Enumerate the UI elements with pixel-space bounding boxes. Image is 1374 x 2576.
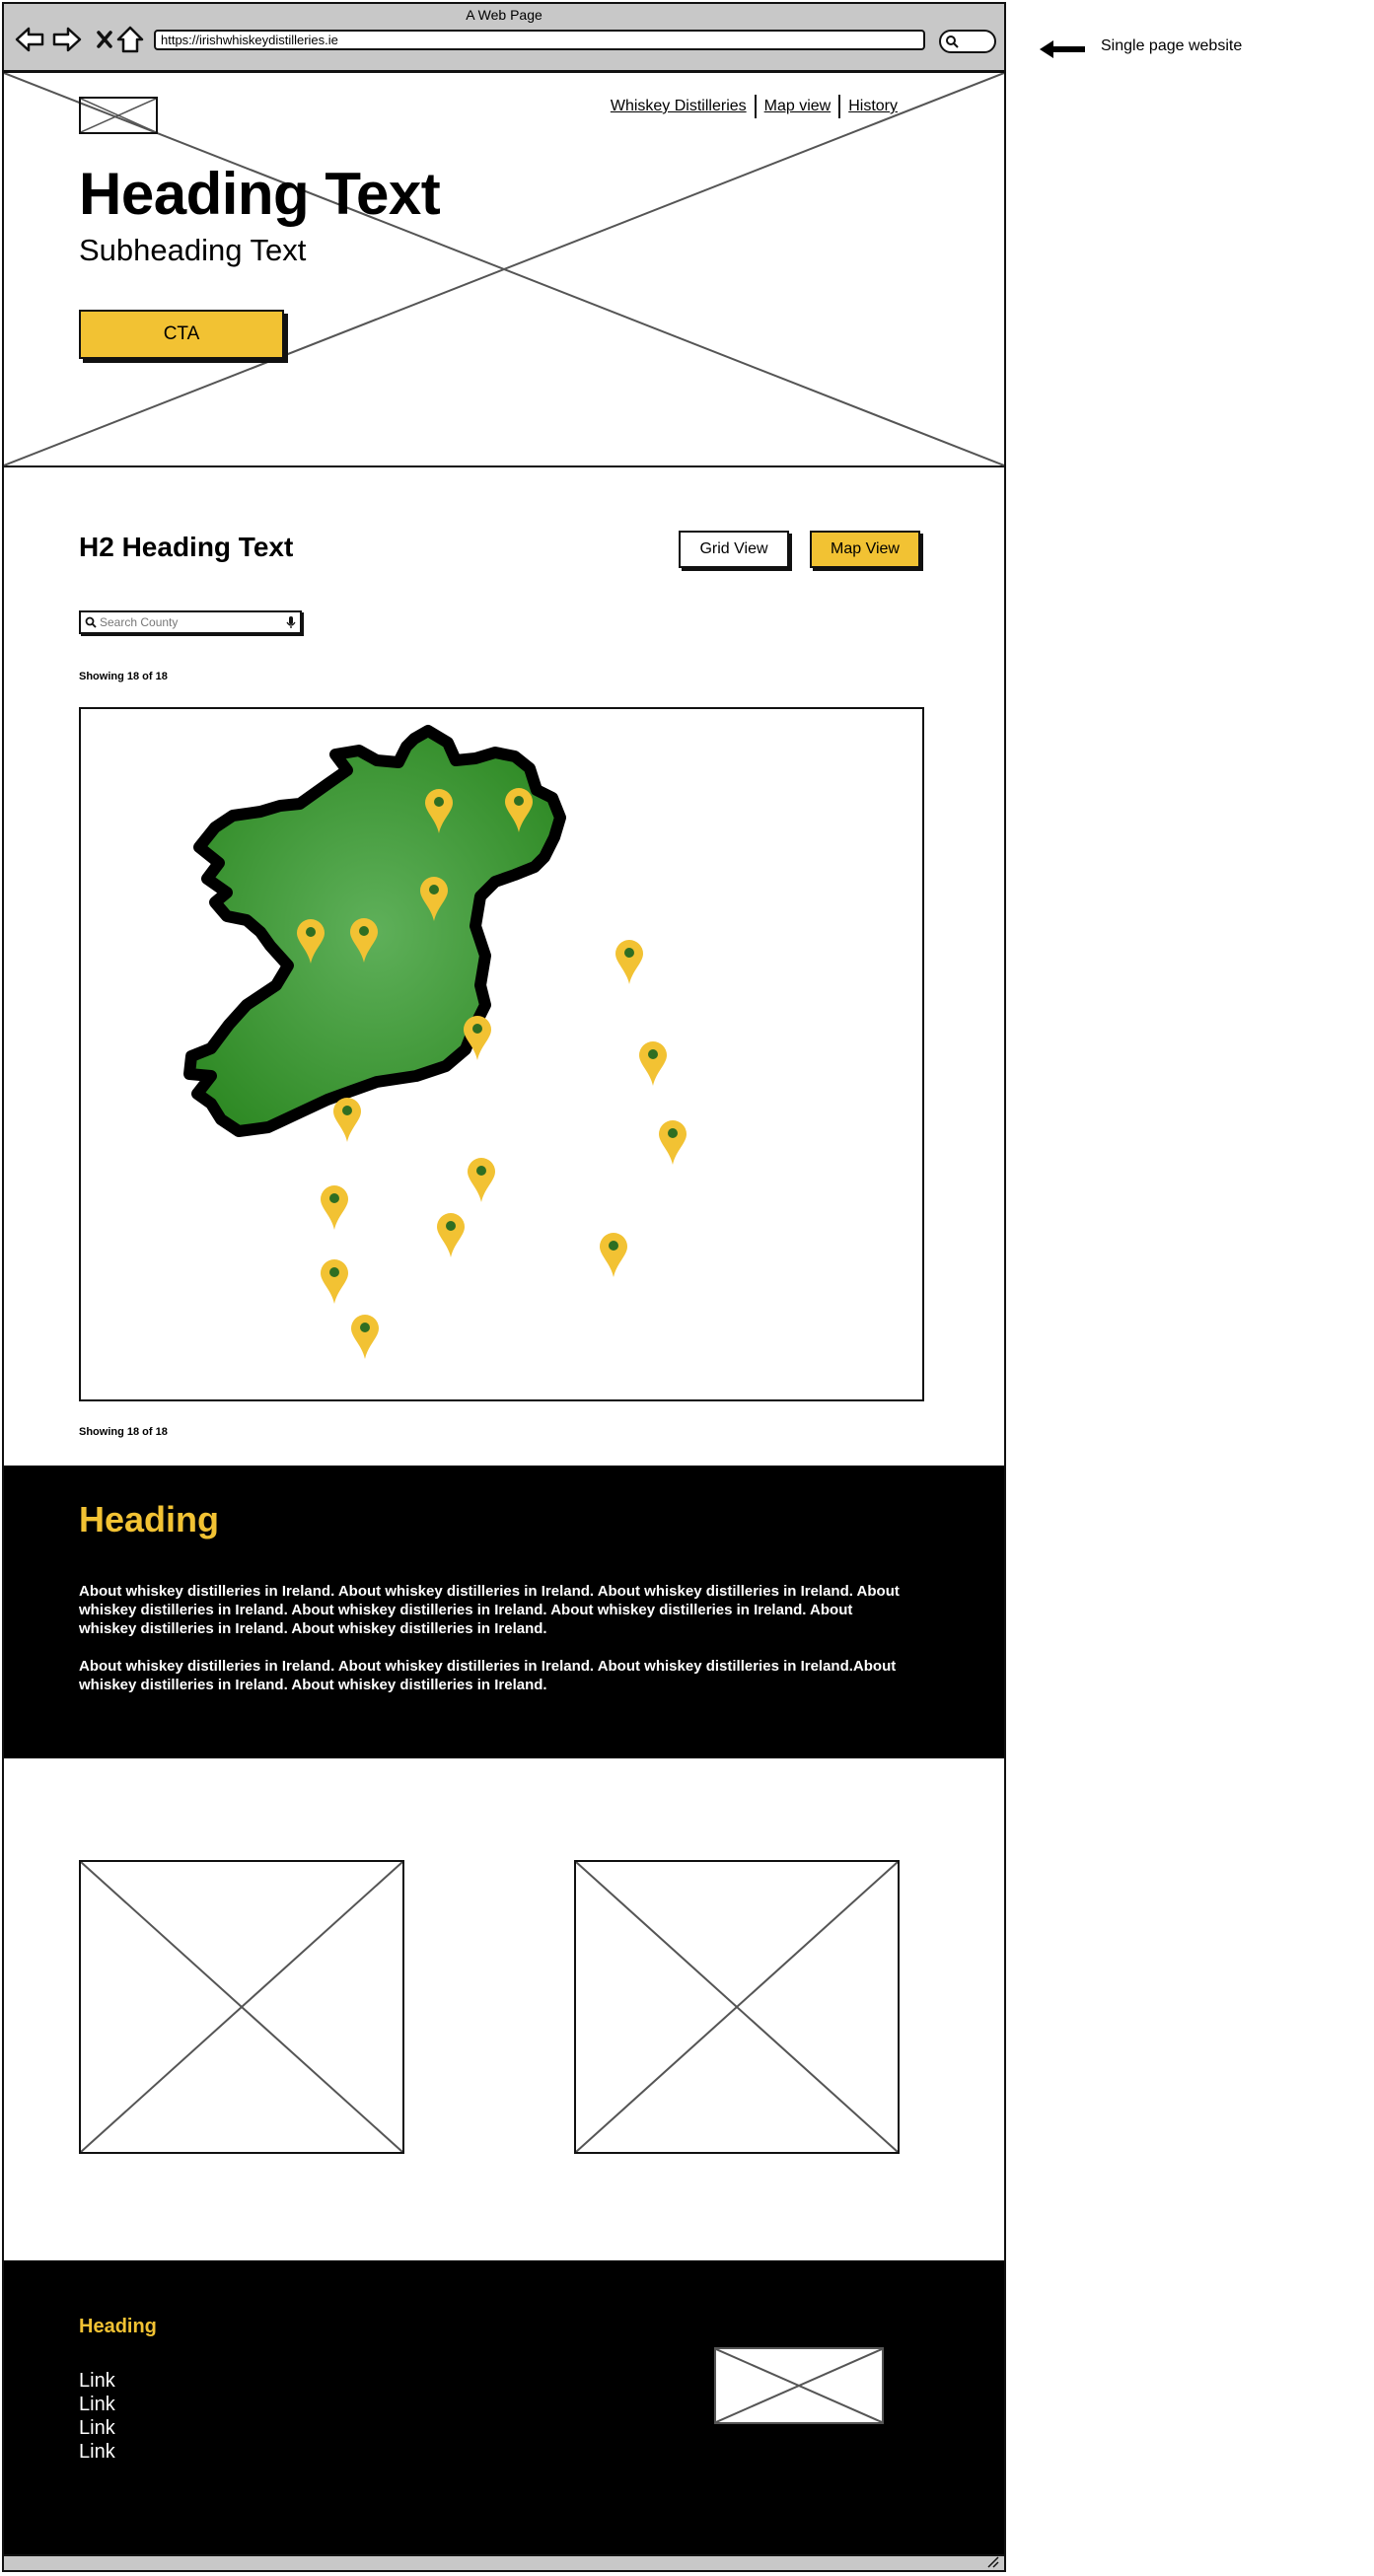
pin-dot <box>624 948 634 958</box>
footer-link[interactable]: Link <box>79 2393 115 2416</box>
location-pin-icon[interactable] <box>351 1315 379 1359</box>
location-pin-icon[interactable] <box>321 1259 348 1304</box>
annotation-label: Single page website <box>1101 37 1243 54</box>
nav-link-whiskey-distilleries[interactable]: Whiskey Distilleries <box>603 98 755 115</box>
browser-window: A Web Page https://irishwhiskeydistiller… <box>2 2 1006 2572</box>
location-pin-icon[interactable] <box>600 1233 627 1277</box>
map-view-button[interactable]: Map View <box>810 531 920 568</box>
pin-dot <box>668 1128 678 1138</box>
main-nav: Whiskey Distilleries Map view History <box>603 95 905 118</box>
pin-dot <box>429 885 439 894</box>
address-bar[interactable]: https://irishwhiskeydistilleries.ie <box>154 30 925 50</box>
pin-dot <box>329 1267 339 1277</box>
pin-dot <box>446 1221 456 1231</box>
image-placeholder-left <box>79 1860 404 2154</box>
footer-link[interactable]: Link <box>79 2369 115 2393</box>
pin-dot <box>360 1323 370 1332</box>
section-heading: H2 Heading Text <box>79 532 294 562</box>
about-paragraph-2: About whiskey distilleries in Ireland. A… <box>79 1658 897 1693</box>
results-count-bottom: Showing 18 of 18 <box>79 1426 168 1438</box>
ireland-map <box>183 725 687 1359</box>
about-paragraph-1: About whiskey distilleries in Ireland. A… <box>79 1583 900 1637</box>
location-pin-icon[interactable] <box>468 1158 495 1202</box>
pin-dot <box>648 1049 658 1059</box>
hero-section: Whiskey Distilleries Map view History He… <box>4 73 1004 467</box>
pin-dot <box>514 796 524 806</box>
pin-dot <box>476 1166 486 1176</box>
forward-icon[interactable] <box>51 24 83 55</box>
about-section: Heading About whiskey distilleries in Ir… <box>4 1466 1004 1758</box>
microphone-icon[interactable] <box>286 615 296 629</box>
cta-button[interactable]: CTA <box>79 310 284 359</box>
browser-search-field[interactable] <box>939 30 996 53</box>
footer-link[interactable]: Link <box>79 2416 115 2440</box>
pin-dot <box>472 1024 482 1034</box>
location-pin-icon[interactable] <box>615 940 643 984</box>
hero-heading: Heading Text <box>79 161 441 227</box>
about-heading: Heading <box>79 1499 220 1539</box>
resize-grip-icon[interactable] <box>986 2556 1000 2568</box>
left-arrow-icon <box>1040 40 1085 58</box>
nav-link-history[interactable]: History <box>840 98 905 115</box>
pin-dot <box>306 927 316 937</box>
footer-logo-placeholder <box>714 2347 884 2424</box>
status-bar <box>4 2554 1004 2570</box>
window-title: A Web Page <box>466 7 542 23</box>
distillery-map[interactable] <box>79 707 924 1401</box>
nav-link-map-view[interactable]: Map view <box>757 98 839 115</box>
footer-heading: Heading <box>79 2316 157 2337</box>
search-county-input[interactable]: Search County <box>79 610 302 634</box>
footer: Heading Link Link Link Link <box>4 2260 1004 2554</box>
pin-dot <box>342 1106 352 1115</box>
grid-view-button[interactable]: Grid View <box>679 531 789 568</box>
location-pin-icon[interactable] <box>659 1120 687 1165</box>
footer-links: Link Link Link Link <box>79 2369 115 2464</box>
hero-subheading: Subheading Text <box>79 233 307 267</box>
image-placeholder-right <box>574 1860 900 2154</box>
pin-dot <box>329 1193 339 1203</box>
search-icon <box>85 616 97 628</box>
pin-dot <box>609 1241 618 1251</box>
pin-dot <box>359 926 369 936</box>
results-count-top: Showing 18 of 18 <box>79 671 168 682</box>
location-pin-icon[interactable] <box>333 1098 361 1142</box>
location-pin-icon[interactable] <box>437 1213 465 1257</box>
pin-dot <box>434 797 444 807</box>
browser-toolbar: A Web Page https://irishwhiskeydistiller… <box>4 4 1004 73</box>
location-pin-icon[interactable] <box>321 1185 348 1230</box>
home-icon[interactable] <box>114 24 146 55</box>
location-pin-icon[interactable] <box>639 1041 667 1086</box>
back-icon[interactable] <box>14 24 45 55</box>
search-icon <box>946 36 959 48</box>
footer-link[interactable]: Link <box>79 2440 115 2464</box>
site-logo[interactable] <box>79 97 158 134</box>
search-placeholder: Search County <box>100 615 179 629</box>
